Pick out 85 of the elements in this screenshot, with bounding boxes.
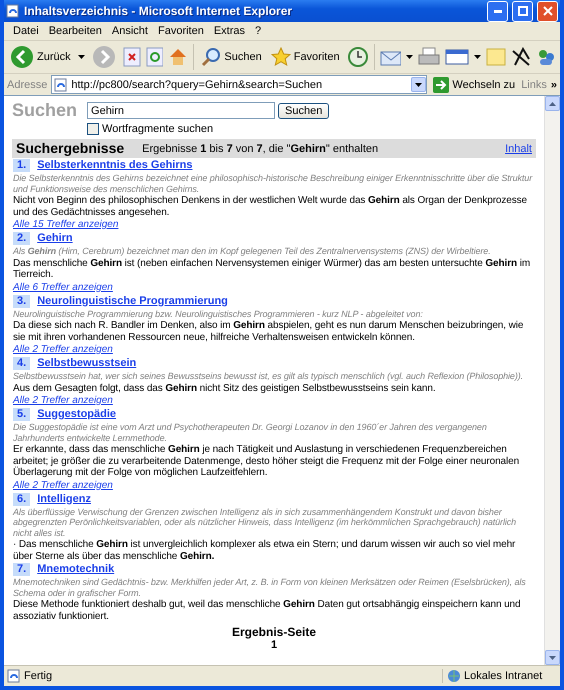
menu-item[interactable]: Extras [208, 25, 250, 37]
result-title-link[interactable]: Selbsterkenntnis des Gehirns [37, 159, 192, 172]
status-text: Fertig [24, 670, 54, 682]
address-field[interactable]: http://pc800/search?query=Gehirn&search=Suchen [51, 75, 428, 94]
result-abstract: Als Gehirn (Hirn, Cerebrum) bezeichnet man den im Kopf gelegenen Teil des Zentralnervensystems (ZNS) der Wirbeltiere. [13, 246, 492, 256]
result-title-link[interactable]: Mnemotechnik [37, 563, 114, 576]
caret-icon[interactable] [415, 82, 422, 86]
search-button[interactable]: Suchen [199, 47, 264, 67]
refresh-icon[interactable] [146, 47, 164, 67]
maximize-button[interactable] [512, 0, 533, 22]
minimize-button[interactable] [487, 0, 508, 22]
result-number: 2. [13, 232, 30, 245]
close-button[interactable] [537, 0, 558, 22]
result-snippet: Er erkannte, dass das menschliche Gehirn je nach Tätigkeit und Auslastung in verschiedenen Frequenzbereichen arbeitet; je größer die zu verarbeitende Datenmenge, desto höher steigt die Frequenz mit der Folge einer neuronalen Überlagerung mit der Folge von möglichen Laufzeitfehlern. [13, 444, 520, 478]
checkbox[interactable] [87, 123, 100, 135]
result-number: 3. [13, 294, 30, 308]
result-abstract: Selbstbewusstsein hat, wer sich seines Bewusstseins bewusst ist, es gilt als typisch menschlich (vgl. auch Reflexion (Philosophie)). [13, 371, 524, 382]
results-summary: Ergebnisse 1 bis 7 von 7, die "Gehirn" enthalten [142, 142, 380, 154]
menu-item[interactable]: Favoriten [152, 25, 209, 37]
go-arrow-icon [433, 76, 450, 92]
more-hits-link[interactable]: Alle 2 Treffer anzeigen [13, 344, 113, 355]
edit-icon[interactable] [445, 48, 470, 66]
result-number: 1. [13, 159, 30, 172]
page-icon [7, 669, 21, 683]
stop-icon[interactable] [122, 47, 141, 67]
globe-icon [447, 669, 461, 683]
search-button[interactable]: Suchen [278, 102, 330, 118]
back-button[interactable]: Zurück [8, 45, 73, 69]
messenger-icon[interactable] [536, 47, 556, 67]
page-icon [54, 78, 68, 92]
more-hits-link[interactable]: Alle 2 Treffer anzeigen [13, 480, 113, 490]
search-field[interactable]: Gehirn [87, 102, 276, 119]
result-abstract: Als überflüssige Verwischung der Grenzen zwischen Intelligenz als in sich zusammenhängendem Konstrukt und davon bisher abgegrenzten Perönlichkeitsvariablen, oder als nützlicher Hinweis, dass Intelligenz (im herkömmlichen Sprachgebrauch) natürlich nicht alles ist. [13, 506, 518, 538]
caret-icon[interactable] [474, 55, 482, 59]
result-title-link[interactable]: Selbstbewusstsein [37, 357, 136, 370]
result-title-link[interactable]: Suggestopädie [37, 408, 116, 421]
page-icon [6, 4, 20, 18]
result-title-link[interactable]: Neurolinguistische Programmierung [37, 294, 228, 308]
history-icon[interactable] [346, 46, 368, 68]
result-snippet: Das menschliche Gehirn ist (neben einfachen Nervensystemen einiger Würmer) das am besten untersuchte Gehirn im Tierreich. [13, 258, 532, 280]
result-title-link[interactable]: Intelligenz [37, 492, 91, 506]
results-title: Suchergebnisse [16, 140, 124, 157]
menu-item[interactable]: ? [250, 25, 266, 37]
menu-item[interactable]: Bearbeiten [44, 25, 107, 37]
result-snippet: · Das menschliche Gehirn ist unvergleichlich komplexer als etwa ein Stern; und darum wissen wir auch so viel mehr über Sterne als über das menschliche Gehirn. [13, 539, 516, 562]
result-abstract: Die Suggestopädie ist eine vom Arzt und Psychotherapeuten Dr. Georgi Lozanov in den 1960´er Jahren des vergangenen Jahrhunderts entwickelte Lernmethode. [13, 422, 488, 443]
result-snippet: Da diese sich nach R. Bandler im Denken, also im Gehirn abspielen, geht es nun darum Menschen beizubringen, wie sie mit ihren vorhandenen Ressourcen neue, hilfreiche Verhaltensweisen entwickeln können. [13, 320, 524, 343]
result-snippet: Diese Methode funktioniert deshalb gut, weil das menschliche Gehirn Daten gut ortsabhängig einspeichern kann und assoziativ funktioniert. [13, 599, 522, 622]
result-snippet: Nicht von Beginn des philosophischen Denkens in der westlichen Welt wurde das Gehirn als Organ der Denkprozesse und des Gedächtnisses angesehen. [13, 195, 528, 218]
scroll-up-icon[interactable] [549, 102, 556, 106]
more-hits-link[interactable]: Alle 6 Treffer anzeigen [13, 282, 113, 292]
result-number: 6. [13, 492, 30, 506]
pager-label: Ergebnis-Seite [232, 626, 316, 639]
contents-link[interactable]: Inhalt [505, 142, 532, 154]
home-icon[interactable] [168, 47, 188, 67]
result-abstract: Mnemotechniken sind Gedächtnis- bzw. Merkhilfen jeder Art, z. B. in Form von kleinen Merksätzen oder Reimen (Eselsbrücken), als Schema oder in grafischer Form. [13, 577, 527, 598]
favorites-button[interactable]: Favoriten [268, 47, 342, 67]
result-title-link[interactable]: Gehirn [37, 232, 73, 245]
menu-item[interactable]: Ansicht [106, 25, 153, 37]
minimize-icon [494, 10, 502, 12]
close-icon [542, 6, 552, 16]
search-icon [201, 47, 222, 67]
chevron-button[interactable]: » [550, 78, 557, 90]
result-snippet: Aus dem Gesagten folgt, dass das Gehirn nicht Sitz des geistigen Selbstbewusstseins sein kann. [13, 382, 437, 394]
search-heading: Suchen [12, 99, 78, 121]
window-title: Inhaltsverzeichnis - Microsoft Internet Explorer [24, 4, 294, 18]
menu-item[interactable]: Datei [8, 25, 44, 37]
result-abstract: Die Selbsterkenntnis des Gehirns bezeichnet eine philosophisch-historische Beschreibung einiger Erkenntnisschritte über die Struktur und Funktionsweise des menschlichen Gehirns. [13, 173, 534, 194]
caret-icon[interactable] [78, 55, 85, 59]
caret-icon[interactable] [406, 55, 414, 59]
more-hits-link[interactable]: Alle 2 Treffer anzeigen [13, 395, 113, 406]
result-number: 7. [13, 563, 30, 576]
checkbox-label: Wortfragmente suchen [102, 123, 214, 135]
zone-label: Lokales Intranet [464, 670, 542, 682]
result-number: 4. [13, 357, 30, 370]
go-button[interactable]: Wechseln zu [431, 76, 518, 92]
page-number[interactable]: 1 [270, 639, 278, 652]
result-number: 5. [13, 408, 30, 421]
result-abstract: Neurolinguistische Programmierung bzw. Neurolinguistisches Programmieren - kurz NLP - abgeleitet von: [13, 308, 424, 319]
more-hits-link[interactable]: Alle 15 Treffer anzeigen [13, 219, 118, 230]
star-icon [270, 47, 291, 67]
address-label: Adresse [7, 78, 48, 90]
scroll-down-icon[interactable] [549, 656, 556, 660]
maximize-icon [518, 6, 528, 16]
printer-icon[interactable] [418, 47, 440, 67]
